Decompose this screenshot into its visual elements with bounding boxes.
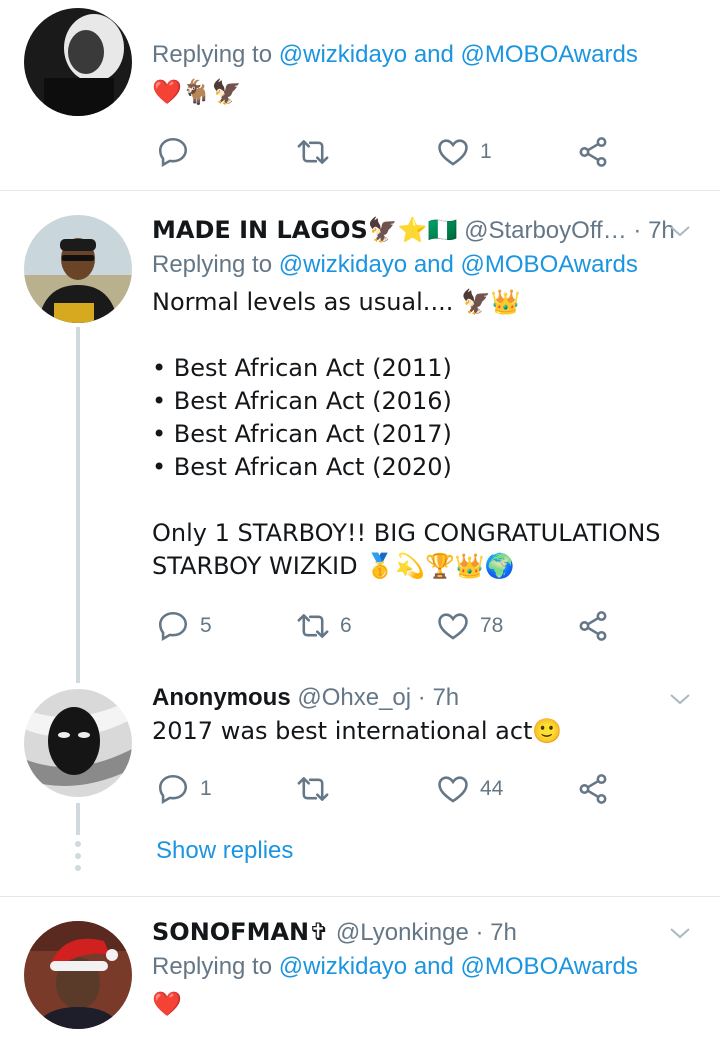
tweet-actions: 5 6 78 — [152, 606, 632, 646]
like-button[interactable]: 44 — [436, 769, 503, 809]
username[interactable]: @Ohxe_oj — [297, 684, 411, 711]
tweet-header: Anonymous @Ohxe_oj · 7h — [152, 681, 690, 715]
tweet-header: MADE IN LAGOS🦅⭐🇳🇬 @StarboyOff… · 7h — [152, 213, 690, 248]
reply-button[interactable]: 1 — [156, 769, 212, 809]
retweet-button[interactable] — [296, 132, 340, 172]
like-icon — [438, 776, 468, 803]
reply-icon — [158, 137, 188, 167]
share-button[interactable] — [576, 132, 610, 172]
share-icon — [579, 137, 607, 167]
display-name[interactable]: MADE IN LAGOS🦅⭐🇳🇬 — [152, 216, 457, 244]
share-button[interactable] — [576, 606, 610, 646]
retweet-button[interactable] — [296, 769, 340, 809]
username[interactable]: @StarboyOff… — [464, 217, 627, 244]
reply-icon — [158, 611, 188, 641]
thread-line — [76, 327, 80, 683]
reply-users-link[interactable]: @wizkidayo and @MOBOAwards — [279, 251, 638, 278]
tweet-text: ❤️🐐🦅 — [152, 78, 242, 106]
share-icon — [579, 774, 607, 804]
tweet-actions: 1 — [152, 132, 632, 172]
reply-icon — [158, 774, 188, 804]
retweet-icon — [297, 140, 329, 164]
tweet-1[interactable]: Replying to @wizkidayo and @MOBOAwards ❤… — [0, 0, 720, 190]
show-replies-link[interactable]: Show replies — [156, 834, 293, 868]
like-button[interactable]: 78 — [436, 606, 503, 646]
tweet-actions: 1 44 — [152, 769, 632, 809]
display-name[interactable]: SONOFMAN✞ — [152, 918, 329, 946]
reply-button[interactable]: 5 — [156, 606, 212, 646]
thread-line — [76, 803, 80, 835]
avatar[interactable] — [24, 921, 132, 1029]
share-button[interactable] — [576, 769, 610, 809]
tweet-text: ❤️ — [152, 990, 182, 1018]
like-icon — [438, 139, 468, 166]
retweet-icon — [297, 614, 329, 638]
tweet-3[interactable]: Anonymous @Ohxe_oj · 7h 2017 was best in… — [0, 681, 720, 896]
tweet-text: 2017 was best international act🙂 — [152, 717, 563, 745]
tweet-text: Normal levels as usual.... 🦅👑 • Best Afr… — [152, 288, 661, 580]
avatar[interactable] — [24, 689, 132, 797]
caret-down-icon[interactable] — [668, 921, 692, 945]
timestamp[interactable]: · 7h — [418, 684, 459, 711]
replying-to: Replying to @wizkidayo and @MOBOAwards — [152, 251, 638, 278]
caret-down-icon[interactable] — [668, 219, 692, 243]
reply-users-link[interactable]: @wizkidayo and @MOBOAwards — [279, 953, 638, 980]
retweet-icon — [297, 777, 329, 801]
username[interactable]: @Lyonkinge — [336, 919, 469, 946]
reply-button[interactable] — [156, 132, 200, 172]
replying-to: Replying to @wizkidayo and @MOBOAwards — [152, 41, 638, 68]
caret-down-icon[interactable] — [668, 687, 692, 711]
like-icon — [438, 613, 468, 640]
timestamp[interactable]: · 7h — [475, 919, 516, 946]
retweet-button[interactable]: 6 — [296, 606, 352, 646]
replying-to: Replying to @wizkidayo and @MOBOAwards — [152, 953, 638, 980]
avatar[interactable] — [24, 215, 132, 323]
like-button[interactable]: 1 — [436, 132, 492, 172]
share-icon — [579, 611, 607, 641]
avatar[interactable] — [24, 8, 132, 116]
thread-dots — [74, 841, 82, 877]
display-name[interactable]: Anonymous — [152, 684, 291, 711]
tweet-4[interactable]: SONOFMAN✞ @Lyonkinge · 7h Replying to @w… — [0, 897, 720, 1047]
tweet-2[interactable]: MADE IN LAGOS🦅⭐🇳🇬 @StarboyOff… · 7h Repl… — [0, 191, 720, 683]
tweet-header: SONOFMAN✞ @Lyonkinge · 7h — [152, 915, 690, 950]
reply-users-link[interactable]: @wizkidayo and @MOBOAwards — [279, 41, 638, 68]
